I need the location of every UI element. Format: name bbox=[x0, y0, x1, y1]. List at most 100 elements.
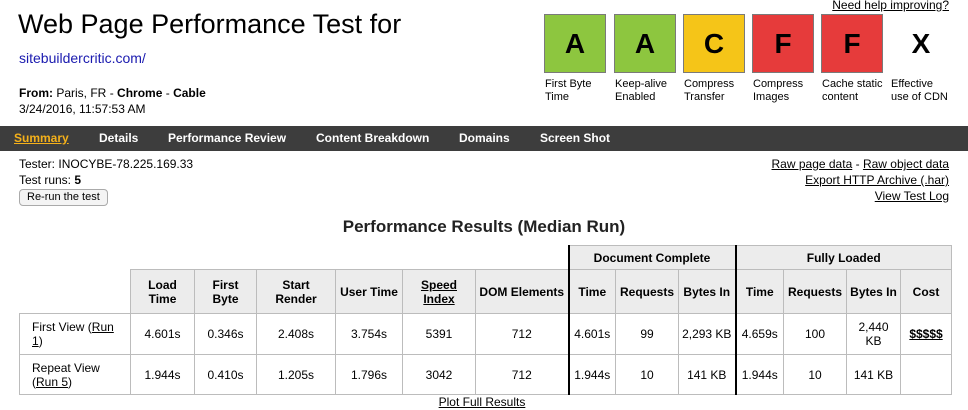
view-test-log-link[interactable]: View Test Log bbox=[875, 189, 949, 203]
nav-tab-details[interactable]: Details bbox=[99, 126, 138, 151]
grade-letter: F bbox=[752, 14, 814, 73]
cell-user-time: 1.796s bbox=[335, 354, 403, 395]
cell-cost bbox=[900, 354, 952, 395]
col-speed-index: Speed Index bbox=[402, 269, 476, 314]
cell-load-time: 4.601s bbox=[130, 313, 195, 355]
results-heading: Performance Results (Median Run) bbox=[342, 217, 626, 236]
col-fl-bytes: Bytes In bbox=[846, 269, 901, 314]
grade-letter: X bbox=[890, 14, 952, 73]
nav-tab-screen-shot[interactable]: Screen Shot bbox=[540, 126, 610, 151]
nav-tab-content-breakdown[interactable]: Content Breakdown bbox=[316, 126, 429, 151]
rerun-test-button[interactable]: Re-run the test bbox=[19, 189, 108, 206]
cell-dom-elements: 712 bbox=[475, 313, 569, 355]
grade-label: Compress Images bbox=[753, 78, 804, 103]
grade-label: Cache static content bbox=[822, 78, 883, 103]
grade-letter: A bbox=[544, 14, 606, 73]
cell-cost: $$$$$ bbox=[900, 313, 952, 355]
grade-compress-images[interactable]: F Compress Images bbox=[752, 14, 814, 104]
location-text: Paris, FR bbox=[56, 86, 107, 100]
group-document-complete: Document Complete bbox=[567, 245, 737, 270]
grade-label: Effective use of CDN bbox=[891, 78, 948, 103]
separator: - bbox=[165, 86, 170, 100]
runs-label: Test runs: bbox=[19, 173, 72, 187]
nav-tab-summary[interactable]: Summary bbox=[14, 126, 69, 151]
row-label-end: ) bbox=[38, 334, 43, 348]
nav-tab-domains[interactable]: Domains bbox=[459, 126, 510, 151]
grade-letter: F bbox=[821, 14, 883, 73]
browser-text: Chrome bbox=[117, 86, 163, 100]
col-load-time: Load Time bbox=[130, 269, 195, 314]
grade-cache-static[interactable]: F Cache static content bbox=[821, 14, 883, 104]
col-first-byte: First Byte bbox=[194, 269, 257, 314]
results-nav-bar: Summary Details Performance Review Conte… bbox=[0, 126, 968, 151]
raw-object-data-link[interactable]: Raw object data bbox=[863, 157, 949, 171]
cell-start-render: 2.408s bbox=[256, 313, 336, 355]
plot-full-results-link[interactable]: Plot Full Results bbox=[0, 395, 964, 409]
grade-first-byte[interactable]: A First Byte Time bbox=[544, 14, 606, 104]
col-doc-time: Time bbox=[567, 269, 616, 314]
table-group-header: Document Complete Fully Loaded bbox=[19, 245, 952, 270]
cell-doc-bytes: 141 KB bbox=[678, 354, 737, 395]
grade-label: Compress Transfer bbox=[684, 78, 735, 103]
cell-user-time: 3.754s bbox=[335, 313, 403, 355]
tester-label: Tester: bbox=[19, 157, 56, 171]
cell-fl-requests: 10 bbox=[783, 354, 847, 395]
cost-link[interactable]: $$$$$ bbox=[909, 327, 942, 341]
blank-header bbox=[19, 245, 569, 270]
test-date: 3/24/2016, 11:57:53 AM bbox=[19, 102, 146, 116]
performance-results-table: Document Complete Fully Loaded Load Time… bbox=[19, 245, 952, 395]
help-improving-link[interactable]: Need help improving? bbox=[832, 0, 949, 12]
col-dom-elements: DOM Elements bbox=[475, 269, 569, 314]
cell-first-byte: 0.346s bbox=[194, 313, 257, 355]
grade-label: Keep-alive Enabled bbox=[615, 78, 667, 103]
page-title: Web Page Performance Test for bbox=[18, 9, 402, 39]
export-har-link[interactable]: Export HTTP Archive (.har) bbox=[805, 173, 949, 187]
connection-text: Cable bbox=[173, 86, 206, 100]
nav-tab-performance-review[interactable]: Performance Review bbox=[168, 126, 286, 151]
cell-doc-requests: 10 bbox=[615, 354, 679, 395]
grade-cdn[interactable]: X Effective use of CDN bbox=[890, 14, 952, 104]
cell-fl-time: 4.659s bbox=[735, 313, 784, 355]
raw-page-data-link[interactable]: Raw page data bbox=[772, 157, 853, 171]
raw-data-links: Raw page data - Raw object data bbox=[772, 157, 949, 171]
row-label-end: ) bbox=[68, 374, 73, 389]
grade-letter: C bbox=[683, 14, 745, 73]
tester-value: INOCYBE-78.225.169.33 bbox=[58, 157, 194, 171]
grade-letter: A bbox=[614, 14, 676, 73]
separator: - bbox=[855, 157, 860, 171]
col-fl-time: Time bbox=[735, 269, 784, 314]
col-user-time: User Time bbox=[335, 269, 403, 314]
cell-doc-requests: 99 bbox=[615, 313, 679, 355]
run-link[interactable]: Run 5 bbox=[36, 375, 68, 389]
col-fl-requests: Requests bbox=[783, 269, 847, 314]
grade-compress-transfer[interactable]: C Compress Transfer bbox=[683, 14, 745, 104]
cell-doc-bytes: 2,293 KB bbox=[678, 313, 737, 355]
grade-keep-alive[interactable]: A Keep-alive Enabled bbox=[614, 14, 676, 104]
cell-dom-elements: 712 bbox=[475, 354, 569, 395]
col-start-render: Start Render bbox=[256, 269, 336, 314]
cell-fl-bytes: 2,440 KB bbox=[846, 313, 901, 355]
cell-fl-requests: 100 bbox=[783, 313, 847, 355]
cell-fl-time: 1.944s bbox=[735, 354, 784, 395]
row-label: Repeat View (Run 5) bbox=[19, 354, 131, 395]
col-doc-bytes: Bytes In bbox=[678, 269, 737, 314]
blank-header bbox=[19, 269, 131, 314]
site-url-link[interactable]: sitebuildercritic.com/ bbox=[19, 50, 146, 66]
col-cost: Cost bbox=[900, 269, 952, 314]
cell-speed-index: 5391 bbox=[402, 313, 476, 355]
cell-doc-time: 1.944s bbox=[567, 354, 616, 395]
grade-label: First Byte Time bbox=[545, 78, 592, 103]
table-column-header: Load Time First Byte Start Render User T… bbox=[19, 269, 952, 314]
cell-start-render: 1.205s bbox=[256, 354, 336, 395]
tester-info: Tester: INOCYBE-78.225.169.33 bbox=[19, 157, 193, 171]
test-runs-info: Test runs: 5 bbox=[19, 173, 81, 187]
row-label-text: First View ( bbox=[32, 320, 92, 334]
cell-first-byte: 0.410s bbox=[194, 354, 257, 395]
speed-index-link[interactable]: Speed Index bbox=[421, 278, 457, 306]
separator: - bbox=[109, 86, 114, 100]
from-label: From: bbox=[19, 86, 53, 100]
row-label: First View (Run 1) bbox=[19, 313, 131, 355]
cell-speed-index: 3042 bbox=[402, 354, 476, 395]
cell-fl-bytes: 141 KB bbox=[846, 354, 901, 395]
runs-value: 5 bbox=[74, 173, 82, 187]
